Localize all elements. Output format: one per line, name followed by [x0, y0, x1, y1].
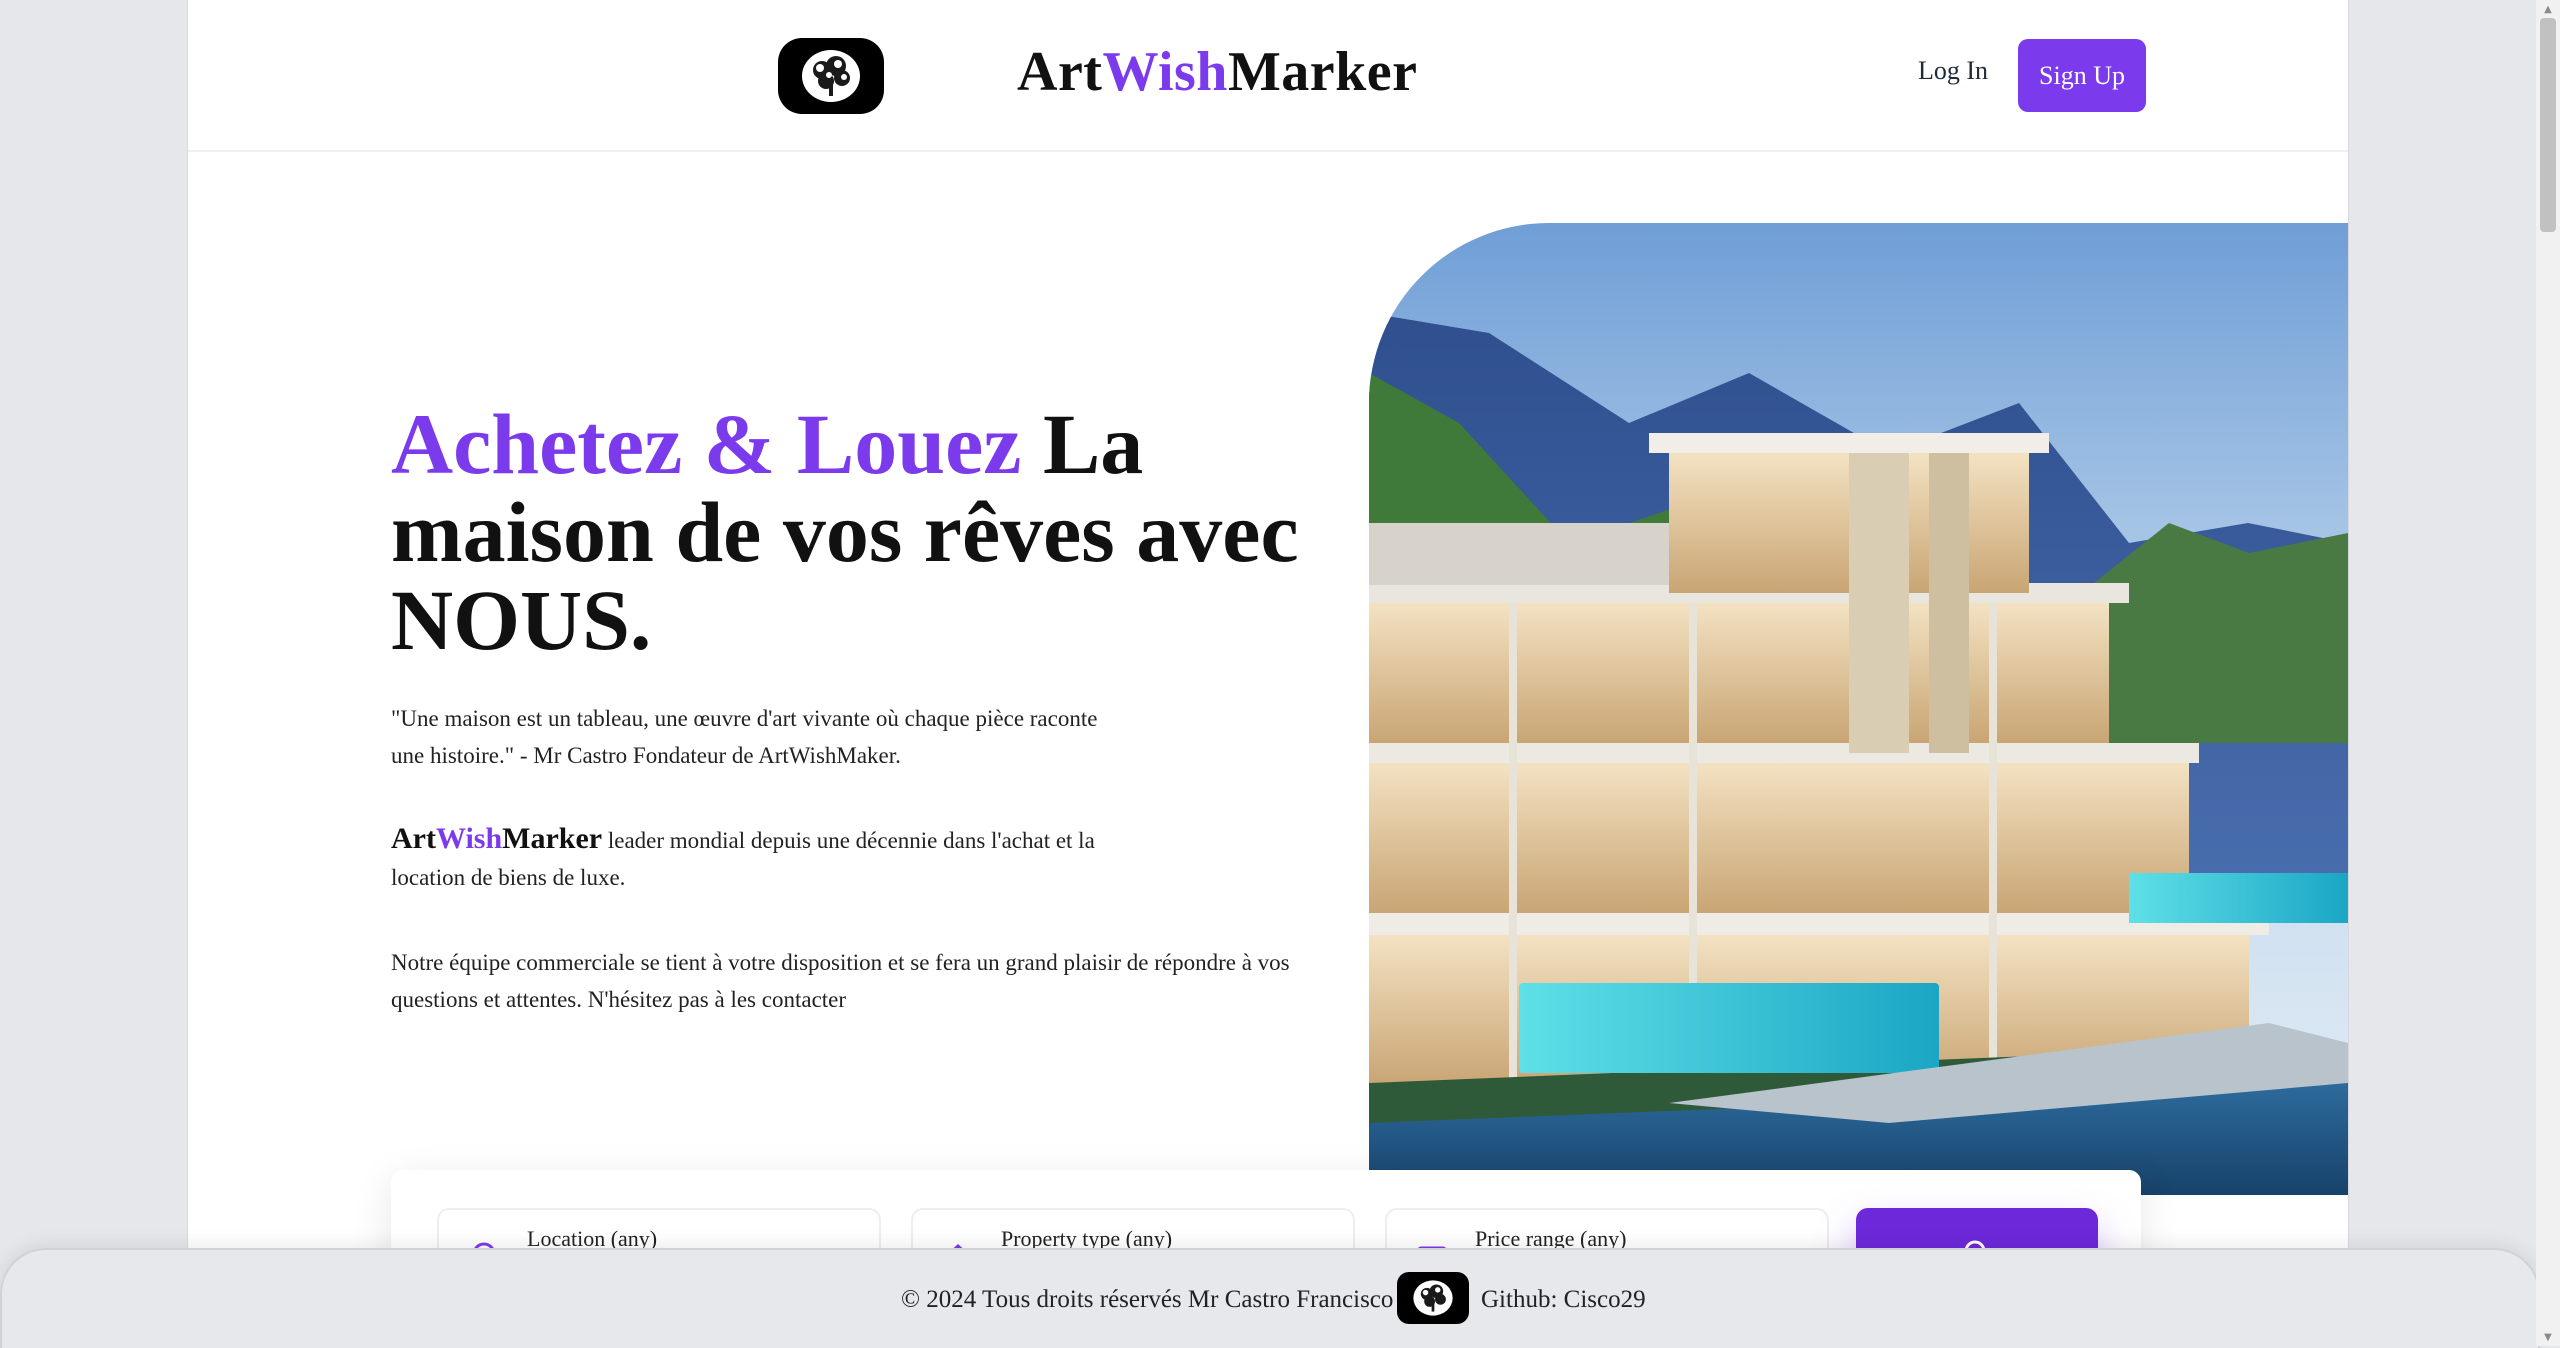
login-link[interactable]: Log In — [1918, 56, 1988, 86]
brand-part-art: Art — [1017, 41, 1103, 103]
footer-copyright: © 2024 Tous droits réservés Mr Castro Fr… — [901, 1286, 1394, 1313]
footer-github-link[interactable]: Github: Cisco29 — [1481, 1286, 1646, 1314]
hero-title-accent: Achetez & Louez — [391, 396, 1022, 492]
tree-logo-icon — [802, 50, 860, 102]
top-navbar: ArtWishMarker Log In Sign Up — [188, 0, 2348, 152]
page-container: ArtWishMarker Log In Sign Up Achetez & L… — [188, 0, 2348, 1346]
tree-logo-icon — [1413, 1280, 1453, 1316]
scroll-down-arrow-icon[interactable]: ▼ — [2540, 1330, 2556, 1344]
scroll-up-arrow-icon[interactable]: ▲ — [2540, 2, 2556, 16]
footer-bar: © 2024 Tous droits réservés Mr Castro Fr… — [0, 1248, 2540, 1348]
inline-brand-marker: Marker — [502, 822, 603, 855]
inline-brand-art: Art — [391, 822, 436, 855]
footer-logo[interactable] — [1397, 1272, 1469, 1324]
scrollbar-thumb[interactable] — [2540, 18, 2556, 232]
team-paragraph: Notre équipe commerciale se tient à votr… — [391, 950, 1290, 1012]
signup-button[interactable]: Sign Up — [2018, 39, 2146, 112]
brand-part-wish: Wish — [1102, 41, 1228, 103]
villa-illustration — [1369, 223, 2348, 1195]
brand-title[interactable]: ArtWishMarker — [1017, 40, 1418, 104]
hero-house-image — [1369, 223, 2348, 1195]
site-logo[interactable] — [778, 38, 884, 114]
brand-part-marker: Marker — [1227, 41, 1418, 103]
founder-quote: "Une maison est un tableau, une œuvre d'… — [391, 706, 1098, 768]
inline-brand: ArtWishMarker — [391, 822, 602, 855]
inline-brand-wish: Wish — [435, 822, 503, 855]
leader-paragraph: ArtWishMarker leader mondial depuis une … — [391, 820, 1121, 896]
hero-title: Achetez & Louez La maison de vos rêves a… — [391, 400, 1391, 664]
